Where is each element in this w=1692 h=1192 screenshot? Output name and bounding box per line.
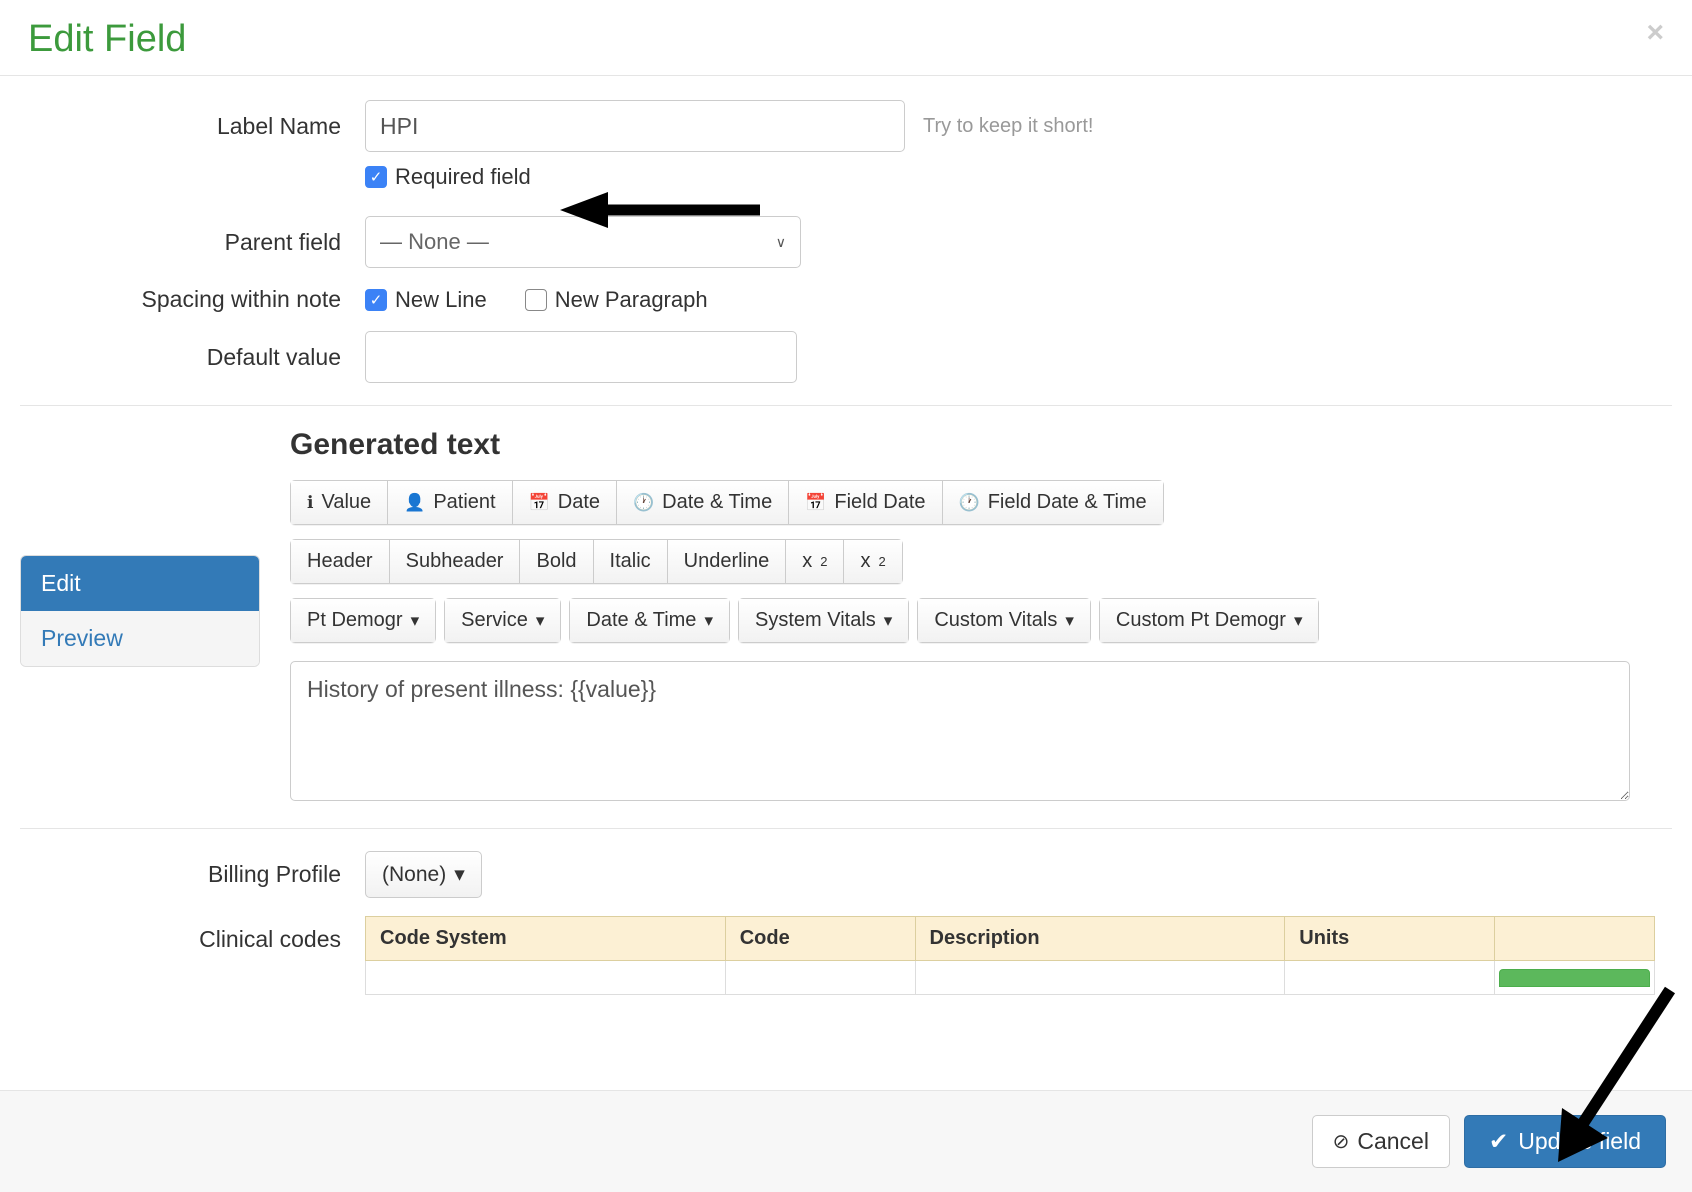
clock-icon: 🕐 xyxy=(633,493,654,513)
format-subscript-button[interactable]: x2 xyxy=(785,539,843,584)
insert-date-button[interactable]: 📅Date xyxy=(512,480,616,525)
check-icon: ✔ xyxy=(1489,1128,1508,1155)
billing-profile-label: Billing Profile xyxy=(20,861,365,888)
clinical-codes-label: Clinical codes xyxy=(20,916,365,953)
table-row xyxy=(366,961,1655,995)
insert-datetime-button[interactable]: 🕐Date & Time xyxy=(616,480,788,525)
caret-down-icon: ▾ xyxy=(884,611,893,631)
generated-text-textarea[interactable] xyxy=(290,661,1630,801)
label-name-help: Try to keep it short! xyxy=(923,115,1093,138)
caret-down-icon: ▾ xyxy=(536,611,545,631)
col-code: Code xyxy=(725,917,915,961)
user-icon: 👤 xyxy=(404,493,425,513)
required-field-checkbox[interactable]: ✓ xyxy=(365,166,387,188)
insert-patient-button[interactable]: 👤Patient xyxy=(387,480,511,525)
update-field-button[interactable]: ✔ Update field xyxy=(1464,1115,1666,1168)
close-icon[interactable]: × xyxy=(1646,18,1664,48)
parent-field-value: — None — xyxy=(380,229,489,255)
cancel-icon: ⊘ xyxy=(1333,1129,1350,1154)
parent-field-select[interactable]: — None — ∨ xyxy=(365,216,801,268)
format-underline-button[interactable]: Underline xyxy=(667,539,786,584)
label-name-input[interactable] xyxy=(365,100,905,152)
datetime-dropdown[interactable]: Date & Time ▾ xyxy=(569,598,730,643)
format-subheader-button[interactable]: Subheader xyxy=(389,539,520,584)
billing-profile-dropdown[interactable]: (None) ▾ xyxy=(365,851,482,898)
insert-value-button[interactable]: ℹValue xyxy=(290,480,387,525)
chevron-down-icon: ∨ xyxy=(776,234,786,251)
generated-text-heading: Generated text xyxy=(290,428,1672,462)
tab-preview[interactable]: Preview xyxy=(21,611,259,666)
calendar-icon: 📅 xyxy=(529,493,550,513)
new-line-checkbox[interactable]: ✓ xyxy=(365,289,387,311)
info-icon: ℹ xyxy=(307,493,313,513)
caret-down-icon: ▾ xyxy=(411,611,420,631)
new-paragraph-checkbox[interactable] xyxy=(525,289,547,311)
caret-down-icon: ▾ xyxy=(454,862,465,887)
format-header-button[interactable]: Header xyxy=(290,539,389,584)
required-field-label: Required field xyxy=(395,164,531,190)
parent-field-label: Parent field xyxy=(20,229,365,256)
modal-title: Edit Field xyxy=(28,18,186,61)
custom-vitals-dropdown[interactable]: Custom Vitals ▾ xyxy=(917,598,1091,643)
caret-down-icon: ▾ xyxy=(1294,611,1303,631)
add-code-button[interactable] xyxy=(1499,969,1650,987)
default-value-label: Default value xyxy=(20,344,365,371)
col-description: Description xyxy=(915,917,1285,961)
caret-down-icon: ▾ xyxy=(1065,611,1074,631)
new-paragraph-label: New Paragraph xyxy=(555,287,708,313)
format-bold-button[interactable]: Bold xyxy=(519,539,592,584)
new-line-label: New Line xyxy=(395,287,487,313)
insert-field-datetime-button[interactable]: 🕐Field Date & Time xyxy=(942,480,1164,525)
tab-edit[interactable]: Edit xyxy=(21,556,259,611)
calendar-icon: 📅 xyxy=(805,493,826,513)
system-vitals-dropdown[interactable]: System Vitals ▾ xyxy=(738,598,909,643)
col-code-system: Code System xyxy=(366,917,726,961)
pt-demogr-dropdown[interactable]: Pt Demogr ▾ xyxy=(290,598,436,643)
col-units: Units xyxy=(1285,917,1495,961)
caret-down-icon: ▾ xyxy=(704,611,713,631)
spacing-label: Spacing within note xyxy=(20,286,365,313)
service-dropdown[interactable]: Service ▾ xyxy=(444,598,561,643)
format-italic-button[interactable]: Italic xyxy=(593,539,667,584)
label-name-label: Label Name xyxy=(20,113,365,140)
clock-icon: 🕐 xyxy=(959,493,980,513)
custom-pt-demogr-dropdown[interactable]: Custom Pt Demogr ▾ xyxy=(1099,598,1320,643)
cancel-button[interactable]: ⊘ Cancel xyxy=(1312,1115,1450,1168)
format-superscript-button[interactable]: x2 xyxy=(843,539,902,584)
insert-field-date-button[interactable]: 📅Field Date xyxy=(788,480,941,525)
default-value-input[interactable] xyxy=(365,331,797,383)
clinical-codes-table: Code System Code Description Units xyxy=(365,916,1655,995)
